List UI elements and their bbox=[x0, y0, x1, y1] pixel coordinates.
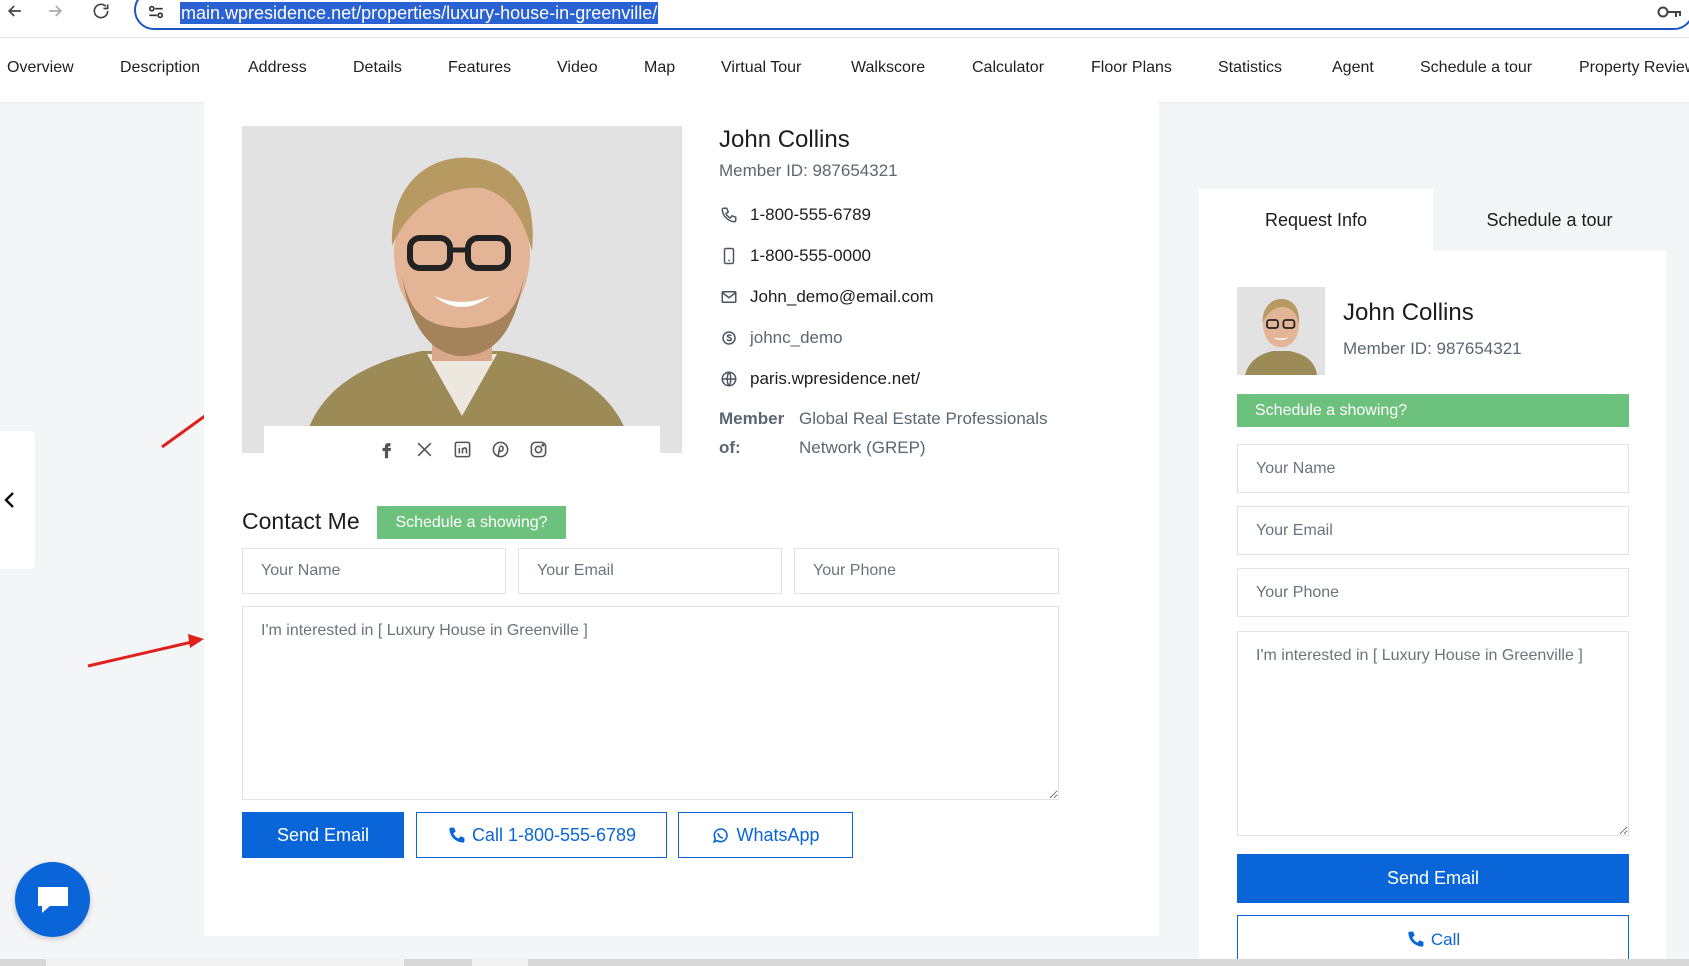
phone-icon bbox=[1408, 931, 1424, 947]
facebook-icon[interactable] bbox=[374, 437, 398, 461]
section-nav: Overview Description Address Details Fea… bbox=[0, 38, 1689, 102]
nav-virtual-tour[interactable]: Virtual Tour bbox=[721, 59, 801, 77]
call-agent-label: Call 1-800-555-6789 bbox=[471, 824, 637, 845]
side-call-label: Call bbox=[1430, 929, 1461, 949]
globe-icon bbox=[719, 369, 739, 389]
side-drawer-toggle[interactable] bbox=[0, 431, 35, 569]
reload-icon[interactable] bbox=[86, 0, 116, 22]
side-call-button[interactable]: Call bbox=[1237, 915, 1629, 964]
agent-name[interactable]: John Collins bbox=[719, 126, 1139, 158]
contact-email-input[interactable] bbox=[518, 548, 782, 594]
agent-phone-row[interactable]: 1-800-555-6789 bbox=[719, 194, 1139, 235]
agent-phone[interactable]: 1-800-555-6789 bbox=[750, 205, 871, 225]
envelope-icon bbox=[719, 287, 739, 307]
contact-title: Contact Me bbox=[242, 508, 360, 534]
agent-portrait-illustration bbox=[242, 126, 682, 453]
agent-email-row[interactable]: John_demo@email.com bbox=[719, 276, 1139, 317]
nav-description[interactable]: Description bbox=[120, 59, 200, 77]
side-panel-tabs: Request Info Schedule a tour bbox=[1199, 189, 1666, 251]
social-links bbox=[264, 426, 660, 472]
side-message-textarea[interactable]: I'm interested in [ Luxury House in Gree… bbox=[1237, 631, 1629, 836]
member-of-label: Member of: bbox=[719, 409, 785, 457]
agent-member-of: Member of: Global Real Estate Profession… bbox=[719, 404, 1139, 462]
contact-name-input[interactable] bbox=[242, 548, 506, 594]
contact-message-textarea[interactable]: I'm interested in [ Luxury House in Gree… bbox=[242, 606, 1059, 800]
member-of-value: Global Real Estate Professionals Network… bbox=[799, 409, 1048, 457]
whatsapp-label: WhatsApp bbox=[736, 824, 820, 845]
schedule-showing-button[interactable]: Schedule a showing? bbox=[377, 506, 566, 539]
scrollbar-thumb[interactable] bbox=[46, 959, 404, 966]
contact-phone-input[interactable] bbox=[794, 548, 1059, 594]
forward-icon[interactable] bbox=[40, 0, 70, 22]
annotation-arrow-message bbox=[87, 634, 204, 668]
agent-portrait-thumbnail bbox=[1237, 287, 1325, 375]
nav-schedule-tour[interactable]: Schedule a tour bbox=[1420, 59, 1532, 77]
agent-website[interactable]: paris.wpresidence.net/ bbox=[750, 369, 920, 389]
address-bar[interactable]: main.wpresidence.net/properties/luxury-h… bbox=[134, 0, 1689, 30]
whatsapp-icon bbox=[713, 827, 729, 843]
side-agent-avatar bbox=[1237, 287, 1325, 375]
agent-member-id: Member ID: 987654321 bbox=[719, 161, 898, 180]
nav-walkscore[interactable]: Walkscore bbox=[851, 59, 925, 77]
side-phone-input[interactable] bbox=[1237, 568, 1629, 617]
agent-info: John Collins Member ID: 987654321 1-800-… bbox=[719, 126, 1139, 462]
nav-calculator[interactable]: Calculator bbox=[972, 59, 1044, 77]
agent-mobile[interactable]: 1-800-555-0000 bbox=[750, 246, 871, 266]
scrollbar-thumb-secondary[interactable] bbox=[472, 959, 528, 966]
chat-bubble-icon bbox=[37, 886, 68, 913]
nav-agent[interactable]: Agent bbox=[1332, 59, 1374, 77]
nav-video[interactable]: Video bbox=[557, 59, 598, 77]
side-name-input[interactable] bbox=[1237, 444, 1629, 493]
agent-photo bbox=[242, 126, 682, 453]
agent-mobile-row[interactable]: 1-800-555-0000 bbox=[719, 235, 1139, 276]
agent-skype-row[interactable]: johnc_demo bbox=[719, 317, 1139, 358]
agent-skype[interactable]: johnc_demo bbox=[750, 328, 843, 348]
tab-schedule-tour[interactable]: Schedule a tour bbox=[1433, 189, 1666, 251]
nav-address[interactable]: Address bbox=[248, 59, 307, 77]
nav-features[interactable]: Features bbox=[448, 59, 511, 77]
skype-icon bbox=[719, 328, 739, 348]
nav-details[interactable]: Details bbox=[353, 59, 402, 77]
nav-map[interactable]: Map bbox=[644, 59, 675, 77]
browser-toolbar: main.wpresidence.net/properties/luxury-h… bbox=[0, 0, 1689, 38]
back-icon[interactable] bbox=[0, 0, 30, 22]
chevron-left-icon bbox=[4, 492, 14, 508]
mobile-icon bbox=[719, 246, 739, 266]
agent-email[interactable]: John_demo@email.com bbox=[750, 287, 934, 307]
request-info-panel: John Collins Member ID: 987654321 Schedu… bbox=[1199, 251, 1666, 966]
call-agent-button[interactable]: Call 1-800-555-6789 bbox=[416, 812, 667, 858]
x-twitter-icon[interactable] bbox=[412, 437, 436, 461]
instagram-icon[interactable] bbox=[526, 437, 550, 461]
linkedin-icon[interactable] bbox=[450, 437, 474, 461]
phone-icon bbox=[449, 827, 465, 843]
nav-floor-plans[interactable]: Floor Plans bbox=[1091, 59, 1172, 77]
side-agent-name[interactable]: John Collins bbox=[1343, 299, 1474, 327]
site-settings-icon[interactable] bbox=[146, 2, 166, 22]
pinterest-icon[interactable] bbox=[488, 437, 512, 461]
nav-property-review[interactable]: Property Review bbox=[1579, 59, 1689, 77]
side-schedule-showing-button[interactable]: Schedule a showing? bbox=[1237, 394, 1629, 427]
agent-website-row[interactable]: paris.wpresidence.net/ bbox=[719, 358, 1139, 399]
agent-card: John Collins Member ID: 987654321 1-800-… bbox=[204, 102, 1159, 936]
whatsapp-button[interactable]: WhatsApp bbox=[678, 812, 853, 858]
phone-icon bbox=[719, 205, 739, 225]
password-key-icon[interactable] bbox=[1657, 4, 1683, 20]
side-send-email-button[interactable]: Send Email bbox=[1237, 854, 1629, 903]
url-text[interactable]: main.wpresidence.net/properties/luxury-h… bbox=[180, 2, 659, 24]
chat-launcher-button[interactable] bbox=[15, 862, 90, 937]
send-email-button[interactable]: Send Email bbox=[242, 812, 404, 858]
nav-statistics[interactable]: Statistics bbox=[1218, 59, 1282, 77]
tab-request-info[interactable]: Request Info bbox=[1199, 189, 1433, 251]
side-agent-member-id: Member ID: 987654321 bbox=[1343, 339, 1522, 358]
nav-overview[interactable]: Overview bbox=[7, 59, 74, 77]
side-email-input[interactable] bbox=[1237, 506, 1629, 555]
